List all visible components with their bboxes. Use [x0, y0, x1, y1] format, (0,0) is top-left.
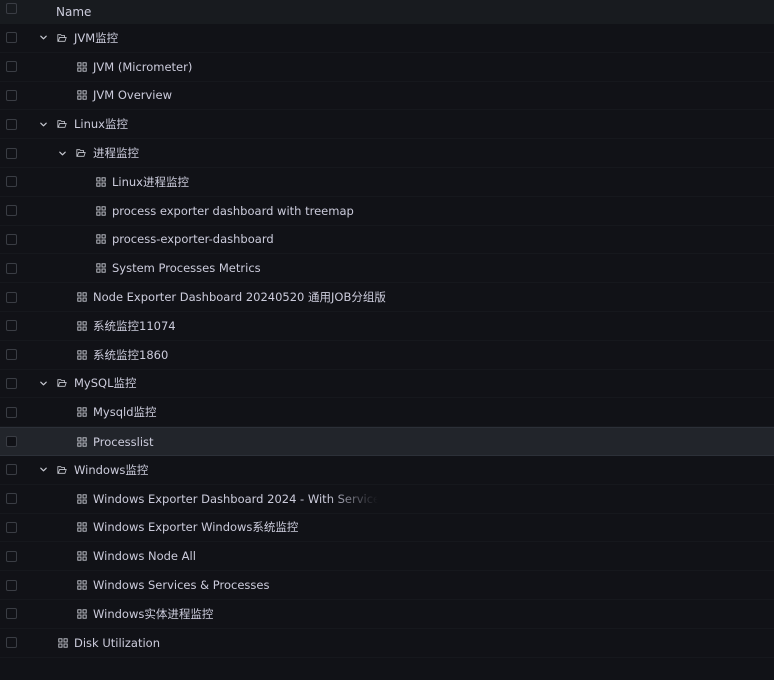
- apps-grid-icon: [96, 263, 106, 273]
- apps-grid-icon: [77, 321, 87, 331]
- row-checkbox[interactable]: [6, 608, 17, 620]
- row-checkbox[interactable]: [6, 464, 17, 476]
- apps-grid-icon: [96, 177, 106, 187]
- dashboard-name-link[interactable]: Windows Services & Processes: [93, 578, 269, 592]
- dashboard-name-link[interactable]: Disk Utilization: [74, 636, 160, 650]
- dashboard-row[interactable]: Windows实体进程监控: [0, 600, 774, 629]
- row-checkbox[interactable]: [6, 61, 17, 73]
- row-checkbox[interactable]: [6, 262, 17, 274]
- dashboard-row[interactable]: Windows Exporter Windows系统监控: [0, 514, 774, 543]
- apps-grid-icon: [77, 62, 87, 72]
- dashboard-row[interactable]: Processlist: [0, 427, 774, 456]
- dashboard-name-link[interactable]: System Processes Metrics: [112, 261, 261, 275]
- apps-grid-icon: [77, 292, 87, 302]
- apps-grid-icon: [77, 90, 87, 101]
- dashboard-row[interactable]: 系统监控1860: [0, 341, 774, 370]
- select-all-checkbox[interactable]: [6, 3, 17, 14]
- dashboard-name-link[interactable]: 系统监控1860: [93, 347, 168, 363]
- row-checkbox[interactable]: [6, 233, 17, 245]
- folder-open-icon: [76, 148, 86, 158]
- folder-row[interactable]: Linux监控: [0, 110, 774, 140]
- folder-row[interactable]: JVM监控: [0, 24, 774, 53]
- folder-open-icon: [57, 378, 67, 388]
- row-checkbox[interactable]: [6, 349, 17, 361]
- dashboard-name-link[interactable]: Mysqld监控: [93, 404, 157, 420]
- dashboard-row[interactable]: Linux进程监控: [0, 168, 774, 197]
- folder-name-link[interactable]: MySQL监控: [74, 375, 137, 391]
- dashboard-name-link[interactable]: Windows Exporter Windows系统监控: [93, 519, 298, 535]
- row-checkbox[interactable]: [6, 637, 17, 649]
- folder-row[interactable]: Windows监控: [0, 456, 774, 485]
- dashboard-name-link[interactable]: Windows Node All: [93, 549, 196, 563]
- dashboard-name-link[interactable]: 系统监控11074: [93, 318, 176, 334]
- chevron-down-icon[interactable]: [57, 148, 67, 158]
- row-checkbox[interactable]: [6, 436, 17, 448]
- dashboard-name-link[interactable]: Linux进程监控: [112, 174, 189, 190]
- folder-name-link[interactable]: 进程监控: [93, 145, 139, 161]
- dashboard-row[interactable]: JVM (Micrometer): [0, 53, 774, 82]
- row-checkbox[interactable]: [6, 291, 17, 303]
- table-body: JVM监控 JVM (Micrometer) JVM Overview Linux监控…: [0, 24, 774, 658]
- row-checkbox[interactable]: [6, 176, 17, 188]
- row-checkbox[interactable]: [6, 493, 17, 505]
- apps-grid-icon: [77, 551, 87, 561]
- dashboard-row[interactable]: JVM Overview: [0, 82, 774, 111]
- row-checkbox[interactable]: [6, 147, 17, 159]
- folder-open-icon: [57, 465, 67, 475]
- dashboard-name-link[interactable]: process-exporter-dashboard: [112, 232, 274, 246]
- folder-name-link[interactable]: Windows监控: [74, 462, 148, 478]
- row-checkbox[interactable]: [6, 205, 17, 217]
- folder-open-icon: [57, 33, 67, 43]
- dashboard-row[interactable]: Windows Services & Processes: [0, 571, 774, 600]
- dashboard-row[interactable]: process-exporter-dashboard: [0, 226, 774, 255]
- apps-grid-icon: [77, 436, 87, 447]
- apps-grid-icon: [77, 609, 87, 619]
- apps-grid-icon: [77, 522, 87, 533]
- chevron-down-icon[interactable]: [38, 33, 48, 43]
- apps-grid-icon: [96, 206, 106, 216]
- folder-row[interactable]: 进程监控: [0, 139, 774, 168]
- apps-grid-icon: [77, 407, 87, 417]
- dashboard-name-link[interactable]: Processlist: [93, 435, 154, 449]
- apps-grid-icon: [77, 350, 87, 360]
- apps-grid-icon: [58, 637, 68, 648]
- dashboard-row[interactable]: 系统监控11074: [0, 312, 774, 341]
- row-checkbox[interactable]: [6, 32, 17, 44]
- dashboard-row[interactable]: Windows Node All: [0, 542, 774, 572]
- dashboard-row[interactable]: Node Exporter Dashboard 20240520 通用JOB分组…: [0, 283, 774, 312]
- row-checkbox[interactable]: [6, 118, 17, 130]
- apps-grid-icon: [96, 234, 106, 245]
- dashboard-row[interactable]: Disk Utilization: [0, 629, 774, 658]
- row-checkbox[interactable]: [6, 320, 17, 332]
- dashboard-name-link[interactable]: JVM (Micrometer): [93, 60, 192, 74]
- dashboard-row[interactable]: Windows Exporter Dashboard 2024 - With S…: [0, 485, 774, 514]
- apps-grid-icon: [77, 493, 87, 504]
- row-checkbox[interactable]: [6, 89, 17, 101]
- dashboard-row[interactable]: Mysqld监控: [0, 398, 774, 428]
- row-checkbox[interactable]: [6, 406, 17, 418]
- dashboard-name-link[interactable]: JVM Overview: [93, 88, 172, 102]
- dashboard-row[interactable]: System Processes Metrics: [0, 254, 774, 284]
- folder-name-link[interactable]: JVM监控: [74, 30, 118, 46]
- folder-open-icon: [57, 119, 67, 129]
- name-column-header[interactable]: Name: [56, 5, 91, 19]
- dashboard-browser: Name JVM监控 JVM (Micrometer) JVM Overview Li…: [0, 0, 774, 680]
- folder-row[interactable]: MySQL监控: [0, 370, 774, 399]
- dashboard-row[interactable]: process exporter dashboard with treemap: [0, 197, 774, 226]
- dashboard-name-link[interactable]: Node Exporter Dashboard 20240520 通用JOB分组…: [93, 289, 386, 305]
- dashboard-name-link[interactable]: Windows Exporter Dashboard 2024 - With S…: [93, 492, 378, 506]
- chevron-down-icon[interactable]: [38, 465, 48, 475]
- dashboard-name-link[interactable]: Windows实体进程监控: [93, 606, 213, 622]
- table-header: Name: [0, 0, 774, 24]
- apps-grid-icon: [77, 580, 87, 590]
- row-checkbox[interactable]: [6, 579, 17, 591]
- row-checkbox[interactable]: [6, 377, 17, 389]
- dashboard-name-link[interactable]: process exporter dashboard with treemap: [112, 204, 354, 218]
- row-checkbox[interactable]: [6, 550, 17, 562]
- chevron-down-icon[interactable]: [38, 119, 48, 129]
- chevron-down-icon[interactable]: [38, 378, 48, 388]
- row-checkbox[interactable]: [6, 521, 17, 533]
- folder-name-link[interactable]: Linux监控: [74, 116, 128, 132]
